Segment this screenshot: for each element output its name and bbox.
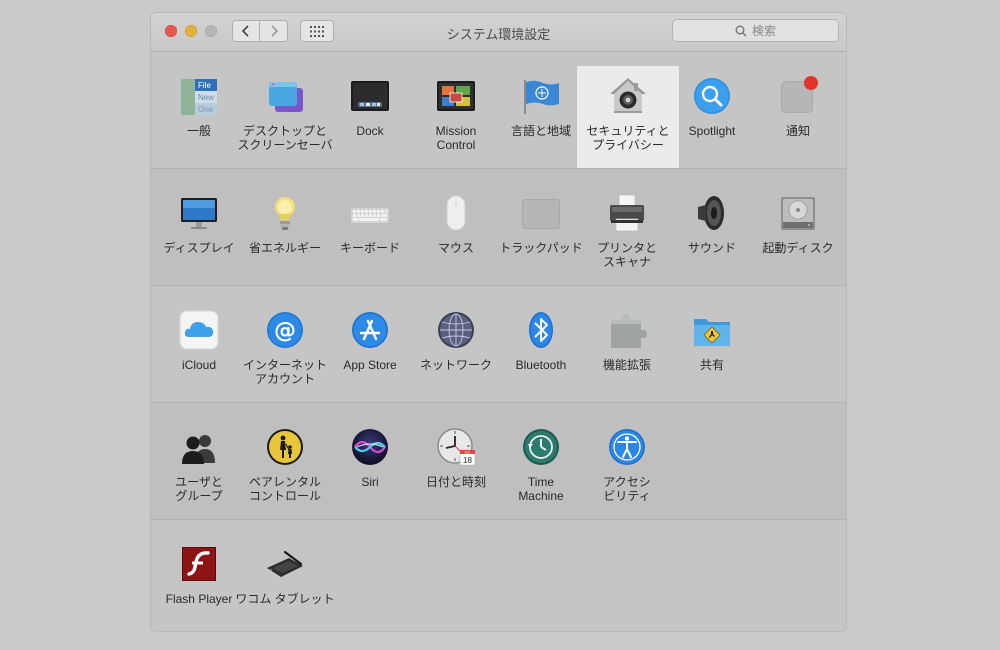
pane-dock[interactable]: Dock [320,70,420,170]
pane-accessibility[interactable]: アクセシ ビリティ [577,421,677,521]
pane-siri[interactable]: Siri [320,421,420,521]
pane-spotlight[interactable]: Spotlight [662,70,762,170]
printer-icon [607,193,647,233]
pane-app-store[interactable]: App Store [320,304,420,404]
pane-time-machine[interactable]: Time Machine [491,421,591,521]
hard-disk-icon [778,193,818,233]
keyboard-icon [350,193,390,233]
pane-label: トラックパッド [499,241,583,255]
search-placeholder: 検索 [751,24,776,38]
general-icon: File New One [179,76,219,116]
pane-sound[interactable]: サウンド [662,187,762,287]
parental-controls-icon [265,427,305,467]
grid-icon [310,25,324,37]
clock-calendar-icon: JUL 18 [436,427,476,467]
section-personal: File New One 一般 デスクトップと スクリーンセーバ Dock Mi… [151,51,846,172]
general-icon-file-text: File [198,81,211,90]
flag-icon [521,76,561,116]
back-button[interactable] [232,20,260,42]
speaker-icon [692,193,732,233]
security-house-icon [608,76,648,116]
tablet-pen-icon [265,544,305,584]
calendar-month-text: JUL [465,451,471,455]
section-system: ユーザと グループ ペアレンタル コントロール Siri JUL 18 日付と時… [151,402,846,520]
mission-control-icon [436,76,476,116]
desktop-screensaver-icon [265,76,305,116]
pane-label: 共有 [699,358,724,372]
pane-label: 言語と地域 [510,124,571,138]
lightbulb-icon [265,193,305,233]
pane-wacom-tablet[interactable]: ワコム タブレット [235,538,335,631]
mouse-icon [436,193,476,233]
users-icon [179,427,219,467]
pane-label: 通知 [785,124,810,138]
accessibility-icon [607,427,647,467]
notifications-icon [778,76,818,116]
pane-label: Spotlight [688,124,736,138]
search-icon [735,25,747,37]
pane-notifications[interactable]: 通知 [748,70,846,170]
pane-label: サウンド [687,241,736,255]
general-icon-new-text: New [198,93,214,102]
search-field[interactable]: 検索 [672,19,839,42]
pane-label: App Store [343,358,397,372]
svg-text:@: @ [274,319,296,344]
pane-label: 起動ディスク [762,241,834,255]
trackpad-icon [521,193,561,233]
pane-keyboard[interactable]: キーボード [320,187,420,287]
zoom-button[interactable] [205,25,217,37]
sharing-folder-icon [692,310,732,350]
siri-icon [350,427,390,467]
pane-startup-disk[interactable]: 起動ディスク [748,187,846,287]
bluetooth-icon [521,310,561,350]
spotlight-icon [692,76,732,116]
at-sign-icon: @ [265,310,305,350]
chevron-right-icon [270,25,278,37]
pane-label: Bluetooth [515,358,567,372]
section-hardware: ディスプレイ 省エネルギー キーボード マウス トラックパッド プリンタと スキ… [151,168,846,286]
pane-trackpad[interactable]: トラックパッド [491,187,591,287]
close-button[interactable] [165,25,177,37]
dock-icon [350,76,390,116]
calendar-day-text: 18 [463,456,472,465]
pane-label: Time Machine [518,475,564,503]
pane-bluetooth[interactable]: Bluetooth [491,304,591,404]
show-all-button[interactable] [300,20,334,42]
pane-label: アクセシ ビリティ [603,475,651,503]
display-icon [179,193,219,233]
minimize-button[interactable] [185,25,197,37]
pane-label: Dock [356,124,384,138]
app-store-icon [350,310,390,350]
chevron-left-icon [241,25,249,37]
icloud-icon [179,310,219,350]
section-other: Flash Player ワコム タブレット [151,519,846,631]
pane-sharing[interactable]: 共有 [662,304,762,404]
title-bar: システム環境設定 検索 [151,13,846,52]
network-globe-icon [436,310,476,350]
pane-language-region[interactable]: 言語と地域 [491,70,591,170]
puzzle-icon [607,310,647,350]
pane-label: キーボード [339,241,400,255]
pane-label: ワコム タブレット [235,592,335,606]
flash-icon [179,544,219,584]
general-icon-one-text: One [198,105,214,114]
time-machine-icon [521,427,561,467]
section-internet-wireless: iCloud @ インターネット アカウント App Store ネットワーク … [151,285,846,403]
pane-label: Siri [361,475,379,489]
forward-button[interactable] [260,20,288,42]
system-preferences-window: システム環境設定 検索 File New One 一般 デスクトップと スクリー… [151,13,846,631]
